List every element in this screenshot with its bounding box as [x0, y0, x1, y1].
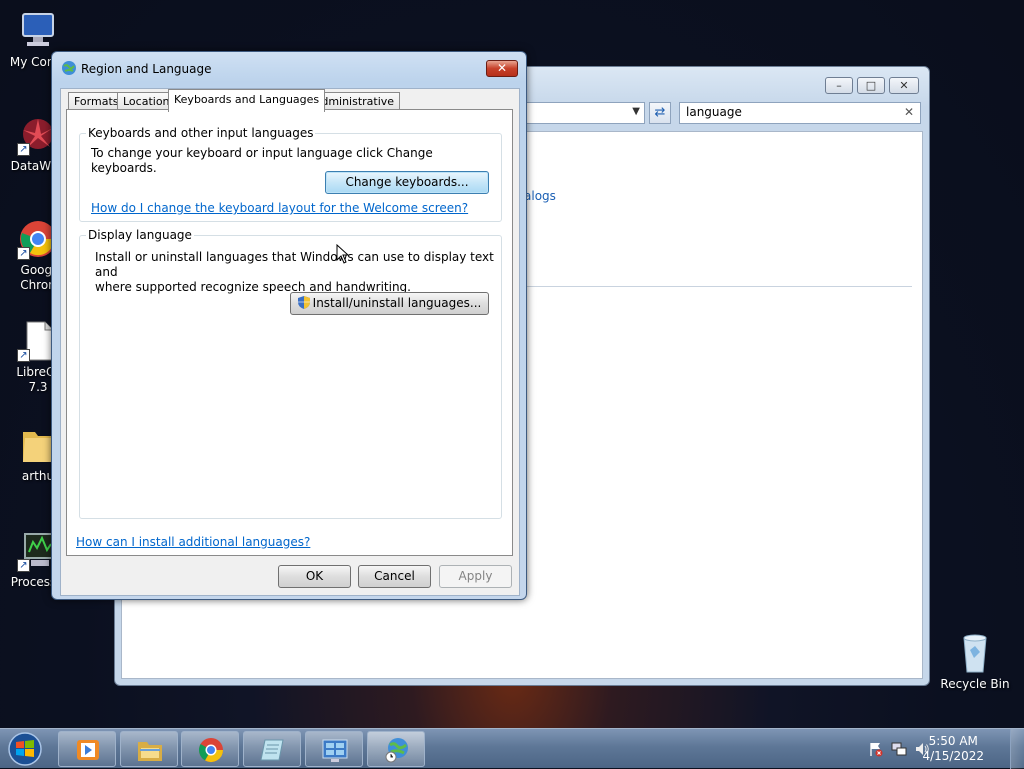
address-bar[interactable]: ▼	[525, 102, 645, 124]
taskbar-media-player[interactable]	[58, 731, 116, 767]
network-icon[interactable]	[891, 741, 907, 757]
action-center-flag-icon[interactable]	[868, 741, 884, 757]
taskbar-chrome[interactable]	[181, 731, 239, 767]
file-explorer-icon	[138, 742, 162, 761]
keyboards-group: Keyboards and other input languages To c…	[79, 126, 502, 222]
start-button[interactable]	[6, 731, 44, 767]
taskbar-control-panel[interactable]	[305, 731, 363, 767]
group-title: Display language	[86, 228, 194, 242]
region-globe-icon	[385, 738, 408, 763]
partial-link[interactable]: alogs	[524, 189, 556, 203]
dialog-body: Formats Location Keyboards and Languages…	[60, 88, 520, 596]
dialog-close-button[interactable]: ✕	[486, 60, 518, 77]
uac-shield-icon	[297, 296, 310, 309]
taskbar: 5:50 AM 4/15/2022	[0, 728, 1024, 769]
desktop-icon-recycle-bin[interactable]: Recycle Bin	[937, 632, 1013, 692]
tab-panel: Keyboards and other input languages To c…	[66, 109, 513, 556]
window-close-button[interactable]: ✕	[889, 77, 919, 94]
refresh-icon[interactable]: ⇄	[649, 102, 671, 124]
clear-search-icon[interactable]: ✕	[904, 105, 914, 119]
display-language-description: Install or uninstall languages that Wind…	[95, 250, 495, 295]
group-title: Keyboards and other input languages	[86, 126, 316, 140]
mouse-cursor-icon	[336, 244, 350, 264]
minimize-button[interactable]: –	[825, 77, 853, 94]
clock-date: 4/15/2022	[922, 749, 984, 763]
shortcut-arrow-icon: ↗	[17, 349, 30, 362]
recycle-bin-icon	[954, 632, 996, 674]
taskbar-notepad[interactable]	[243, 731, 301, 767]
chrome-icon	[198, 738, 223, 763]
shortcut-arrow-icon: ↗	[17, 247, 30, 260]
show-desktop-button[interactable]	[1010, 729, 1024, 769]
computer-icon	[17, 10, 59, 52]
install-additional-languages-link[interactable]: How can I install additional languages?	[76, 535, 310, 549]
cancel-button[interactable]: Cancel	[358, 565, 431, 588]
taskbar-file-explorer[interactable]	[120, 731, 178, 767]
shortcut-arrow-icon: ↗	[17, 143, 30, 156]
system-clock[interactable]: 5:50 AM 4/15/2022	[922, 734, 984, 764]
dialog-title: Region and Language	[81, 62, 212, 76]
tab-keyboards-and-languages[interactable]: Keyboards and Languages	[168, 89, 326, 112]
button-label: Install/uninstall languages...	[312, 296, 482, 310]
globe-clock-icon	[62, 61, 76, 75]
apply-button[interactable]: Apply	[439, 565, 512, 588]
chevron-down-icon[interactable]: ▼	[632, 106, 640, 117]
media-player-icon	[77, 740, 99, 760]
shortcut-arrow-icon: ↗	[17, 559, 30, 572]
welcome-screen-keyboard-link[interactable]: How do I change the keyboard layout for …	[91, 201, 468, 215]
notepad-icon	[260, 739, 284, 761]
control-panel-icon	[322, 739, 348, 762]
notification-area: 5:50 AM 4/15/2022	[854, 729, 1024, 769]
region-and-language-dialog[interactable]: Region and Language ✕ Formats Location K…	[51, 51, 527, 600]
search-input[interactable]: language ✕	[679, 102, 921, 124]
display-language-group: Display language Install or uninstall la…	[79, 228, 502, 519]
ok-button[interactable]: OK	[278, 565, 351, 588]
maximize-button[interactable]: □	[857, 77, 885, 94]
clock-time: 5:50 AM	[928, 734, 978, 748]
desktop-icon-label: Recycle Bin	[940, 677, 1010, 691]
description-line: Install or uninstall languages that Wind…	[95, 250, 494, 279]
search-value: language	[686, 105, 742, 119]
taskbar-region-and-language[interactable]	[367, 731, 425, 767]
change-keyboards-button[interactable]: Change keyboards...	[325, 171, 489, 194]
install-uninstall-languages-button[interactable]: Install/uninstall languages...	[290, 292, 489, 315]
divider	[524, 286, 912, 287]
